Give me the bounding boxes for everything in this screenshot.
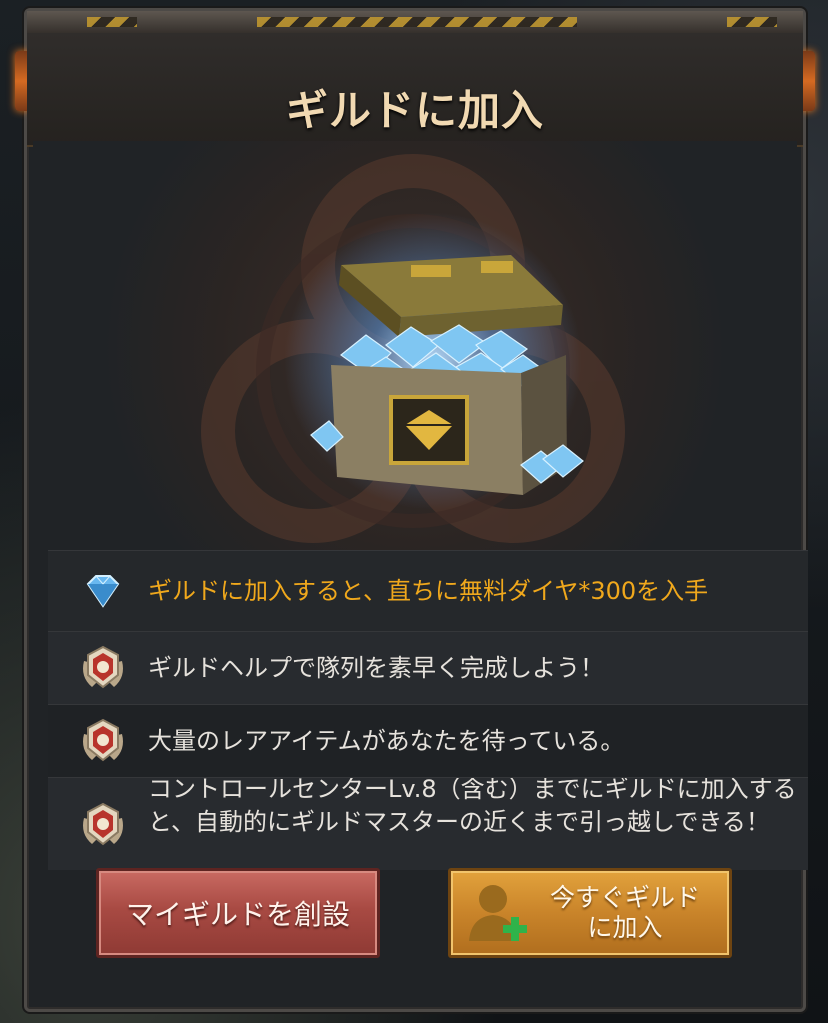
- join-guild-button[interactable]: 今すぐギルドに加入: [448, 868, 732, 958]
- benefit-text: 大量のレアアイテムがあなたを待っている。: [148, 726, 625, 755]
- dialog-frame-top: [27, 11, 803, 35]
- benefit-text: ギルドに加入すると、直ちに無料ダイヤ*300を入手: [148, 576, 709, 605]
- benefit-row-relocate: コントロールセンターLv.8（含む）までにギルドに加入すると、自動的にギルドマス…: [48, 777, 808, 870]
- dialog-header: ギルドに加入: [27, 33, 803, 147]
- diamond-chest-icon: [310, 255, 584, 495]
- medal-icon: [83, 645, 123, 689]
- reward-banner: [33, 141, 797, 556]
- hazard-stripes-left: [87, 17, 137, 27]
- benefit-text: ギルドヘルプで隊列を素早く完成しよう！: [148, 653, 604, 682]
- medal-icon: [83, 802, 123, 846]
- benefit-row-diamonds: ギルドに加入すると、直ちに無料ダイヤ*300を入手: [48, 550, 808, 631]
- join-guild-label: 今すぐギルドに加入: [550, 883, 701, 942]
- hazard-stripes-center: [257, 17, 577, 27]
- add-user-icon: [469, 885, 527, 941]
- benefit-row-items: 大量のレアアイテムがあなたを待っている。: [48, 704, 808, 777]
- dialog-title: ギルドに加入: [285, 86, 544, 135]
- create-guild-button[interactable]: マイギルドを創設: [96, 868, 380, 958]
- medal-icon: [83, 718, 123, 762]
- benefit-text: コントロールセンターLv.8（含む）までにギルドに加入すると、自動的にギルドマス…: [148, 777, 797, 836]
- benefit-row-help: ギルドヘルプで隊列を素早く完成しよう！: [48, 631, 808, 704]
- diamond-icon: [86, 575, 120, 608]
- hazard-stripes-right: [727, 17, 777, 27]
- benefit-list: ギルドに加入すると、直ちに無料ダイヤ*300を入手 ギルドヘルプで隊列を素早く完…: [48, 550, 808, 870]
- create-guild-label: マイギルドを創設: [125, 898, 350, 931]
